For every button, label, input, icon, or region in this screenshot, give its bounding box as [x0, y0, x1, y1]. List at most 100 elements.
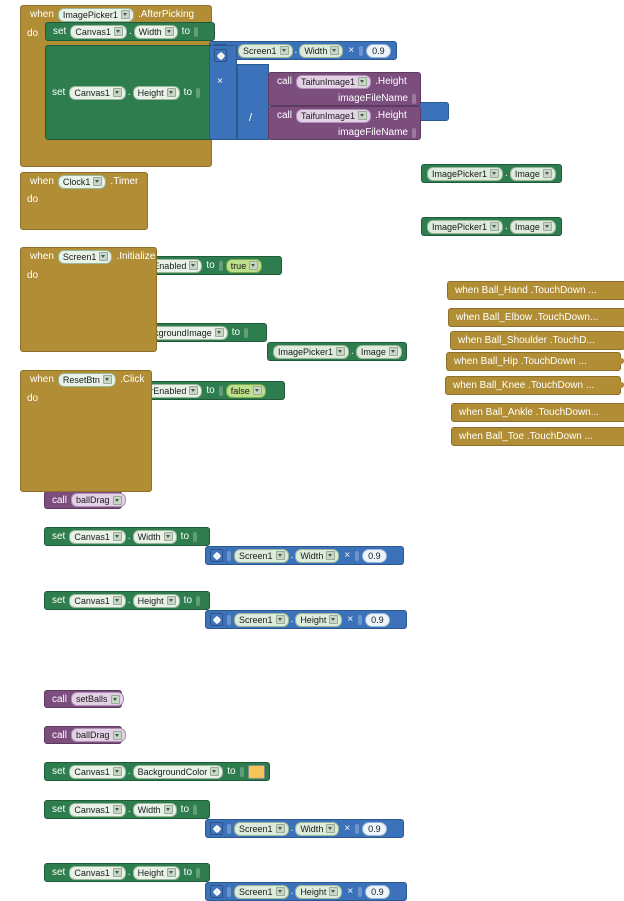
- component-dropdown-canvas1[interactable]: Canvas1: [69, 529, 126, 544]
- procedure-dropdown-balldrag[interactable]: ballDrag: [71, 493, 126, 507]
- component-dropdown-canvas1[interactable]: Canvas1: [69, 802, 126, 817]
- chevron-down-icon[interactable]: [329, 887, 339, 896]
- mutator-gear-icon[interactable]: [210, 822, 223, 835]
- math-multiply-block[interactable]: Screen1 . Height × 0.9: [205, 882, 407, 901]
- getter-imagepicker1-image[interactable]: ImagePicker1 . Image: [421, 164, 562, 183]
- chevron-down-icon[interactable]: [330, 46, 340, 55]
- setter-canvas1-width[interactable]: set Canvas1 . Width to: [44, 800, 210, 819]
- chevron-down-icon[interactable]: [326, 824, 336, 833]
- procedure-dropdown-balldrag[interactable]: ballDrag: [71, 728, 126, 742]
- property-dropdown-width[interactable]: Width: [132, 529, 177, 544]
- number-literal[interactable]: 0.9: [365, 612, 390, 627]
- component-dropdown-clock1[interactable]: Clock1: [57, 174, 107, 189]
- chevron-down-icon[interactable]: [490, 169, 500, 178]
- getter-screen1-height[interactable]: Screen1: [234, 884, 289, 899]
- procedure-call-balldrag[interactable]: call ballDrag: [44, 491, 126, 509]
- property-dropdown-width[interactable]: Width: [295, 821, 340, 836]
- setter-canvas1-height[interactable]: set Canvas1 . Height to: [44, 591, 210, 610]
- collapsed-block-ball-hip-touchdown[interactable]: when Ball_Hip .TouchDown ...: [446, 352, 624, 371]
- mutator-gear-icon[interactable]: [214, 49, 227, 62]
- property-dropdown-image[interactable]: Image: [509, 219, 556, 234]
- component-dropdown-imagepicker1[interactable]: ImagePicker1: [57, 7, 134, 22]
- property-dropdown-width[interactable]: Width: [295, 548, 340, 563]
- chevron-down-icon[interactable]: [164, 27, 174, 36]
- chevron-down-icon[interactable]: [112, 805, 122, 814]
- chevron-down-icon[interactable]: [93, 177, 103, 186]
- component-dropdown-canvas1[interactable]: Canvas1: [70, 24, 127, 39]
- chevron-down-icon[interactable]: [388, 347, 398, 356]
- chevron-down-icon[interactable]: [358, 111, 368, 120]
- property-dropdown-width[interactable]: Width: [299, 43, 344, 58]
- collapsed-block-ball-elbow-touchdown[interactable]: when Ball_Elbow .TouchDown...: [448, 308, 624, 327]
- math-multiply-block[interactable]: Screen1 . Width × 0.9: [205, 546, 404, 565]
- setter-canvas1-width[interactable]: set Canvas1 . Width to: [45, 22, 215, 41]
- chevron-down-icon[interactable]: [490, 222, 500, 231]
- collapsed-block-ball-toe-touchdown[interactable]: when Ball_Toe .TouchDown ...: [451, 427, 624, 446]
- chevron-down-icon[interactable]: [112, 730, 122, 740]
- chevron-down-icon[interactable]: [210, 767, 220, 776]
- property-dropdown-height[interactable]: Height: [295, 884, 343, 899]
- chevron-down-icon[interactable]: [99, 252, 109, 261]
- getter-screen1-height[interactable]: Screen1: [234, 612, 289, 627]
- logic-false-block[interactable]: false: [225, 383, 266, 398]
- component-dropdown-imagepicker1[interactable]: ImagePicker1: [427, 219, 504, 234]
- call-taifunimage1-height-denominator[interactable]: call TaifunImage1 .Height imageFileName: [268, 106, 421, 140]
- chevron-down-icon[interactable]: [163, 532, 173, 541]
- chevron-down-icon[interactable]: [166, 596, 176, 605]
- chevron-down-icon[interactable]: [542, 169, 552, 178]
- collapsed-block-ball-shoulder-touchdown[interactable]: when Ball_Shoulder .TouchD...: [450, 331, 624, 350]
- getter-imagepicker1-image[interactable]: ImagePicker1 . Image: [421, 217, 562, 236]
- chevron-down-icon[interactable]: [275, 615, 285, 624]
- property-dropdown-height[interactable]: Height: [132, 865, 180, 880]
- property-dropdown-width[interactable]: Width: [132, 802, 177, 817]
- mutator-gear-icon-outer-wrap[interactable]: [214, 49, 230, 63]
- component-dropdown-canvas1[interactable]: Canvas1: [69, 865, 126, 880]
- component-dropdown-canvas1[interactable]: Canvas1: [69, 593, 126, 608]
- number-literal[interactable]: 0.9: [362, 821, 387, 836]
- chevron-down-icon[interactable]: [102, 375, 112, 384]
- property-dropdown-backgroundcolor[interactable]: BackgroundColor: [132, 764, 224, 779]
- chevron-down-icon[interactable]: [112, 868, 122, 877]
- component-dropdown-imagepicker1[interactable]: ImagePicker1: [427, 166, 504, 181]
- property-dropdown-image[interactable]: Image: [355, 344, 402, 359]
- setter-canvas1-height-row[interactable]: set Canvas1 . Height to: [45, 83, 215, 102]
- property-dropdown-height[interactable]: Height: [132, 85, 180, 100]
- number-literal[interactable]: 0.9: [362, 548, 387, 563]
- event-block-clock1-timer[interactable]: when Clock1 .Timer do: [20, 172, 148, 230]
- chevron-down-icon[interactable]: [249, 261, 259, 270]
- chevron-down-icon[interactable]: [189, 261, 199, 270]
- getter-screen1-width[interactable]: Screen1: [234, 821, 289, 836]
- component-dropdown-canvas1[interactable]: Canvas1: [69, 85, 126, 100]
- component-dropdown-imagepicker1[interactable]: ImagePicker1: [273, 344, 350, 359]
- collapsed-block-ball-knee-touchdown[interactable]: when Ball_Knee .TouchDown ...: [445, 376, 624, 395]
- chevron-down-icon[interactable]: [189, 386, 199, 395]
- event-block-resetbtn-click[interactable]: when ResetBtn .Click do: [20, 370, 152, 492]
- chevron-down-icon[interactable]: [542, 222, 552, 231]
- chevron-down-icon[interactable]: [113, 27, 123, 36]
- component-dropdown-screen1[interactable]: Screen1: [57, 249, 113, 264]
- getter-screen1-width[interactable]: Screen1: [234, 548, 289, 563]
- chevron-down-icon[interactable]: [112, 596, 122, 605]
- chevron-down-icon[interactable]: [166, 88, 176, 97]
- mutator-gear-icon[interactable]: [210, 549, 223, 562]
- collapsed-block-ball-ankle-touchdown[interactable]: when Ball_Ankle .TouchDown...: [451, 403, 624, 422]
- setter-canvas1-height[interactable]: set Canvas1 . Height to: [44, 863, 210, 882]
- getter-screen1-width[interactable]: Screen1: [238, 43, 293, 58]
- getter-imagepicker1-image[interactable]: ImagePicker1 . Image: [267, 342, 407, 361]
- number-literal[interactable]: 0.9: [365, 884, 390, 899]
- chevron-down-icon[interactable]: [112, 767, 122, 776]
- procedure-dropdown-setballs[interactable]: setBalls: [71, 692, 124, 706]
- chevron-down-icon[interactable]: [279, 46, 289, 55]
- chevron-down-icon[interactable]: [120, 10, 130, 19]
- chevron-down-icon[interactable]: [112, 88, 122, 97]
- call-taifunimage1-height-numerator[interactable]: call TaifunImage1 .Height imageFileName: [268, 72, 421, 106]
- collapsed-block-ball-hand-touchdown[interactable]: when Ball_Hand .TouchDown ...: [447, 281, 624, 300]
- procedure-call-setballs[interactable]: call setBalls: [44, 690, 124, 708]
- math-multiply-block[interactable]: Screen1 . Height × 0.9: [205, 610, 407, 629]
- chevron-down-icon[interactable]: [112, 495, 122, 505]
- procedure-call-balldrag[interactable]: call ballDrag: [44, 726, 126, 744]
- setter-canvas1-width[interactable]: set Canvas1 . Width to: [44, 527, 210, 546]
- logic-true-block[interactable]: true: [225, 258, 263, 273]
- chevron-down-icon[interactable]: [252, 386, 262, 395]
- number-literal[interactable]: 0.9: [366, 43, 391, 58]
